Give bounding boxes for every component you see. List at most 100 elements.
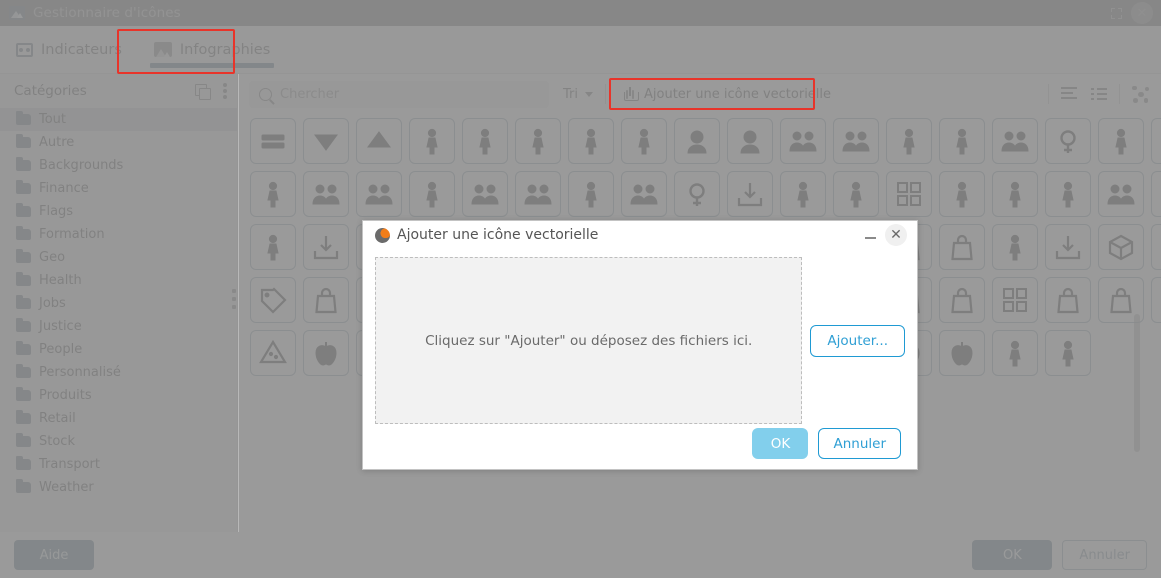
person-stand-wide-icon [903, 128, 915, 155]
maximize-icon[interactable] [1101, 0, 1131, 26]
sidebar-item-backgrounds[interactable]: Backgrounds [0, 154, 237, 177]
icon-cell-person-waving[interactable] [515, 118, 561, 164]
icon-cell-two-people[interactable] [833, 118, 879, 164]
sidebar-item-health[interactable]: Health [0, 269, 237, 292]
sidebar-item-people[interactable]: People [0, 338, 237, 361]
icon-cell-basket[interactable] [303, 277, 349, 323]
icon-cell-calculator[interactable] [992, 277, 1038, 323]
icon-cell-person-standing[interactable] [568, 118, 614, 164]
icon-cell-people-two-filled[interactable] [462, 171, 508, 217]
icon-cell-smiley-face[interactable] [674, 118, 720, 164]
grid-scrollbar[interactable] [1134, 314, 1140, 452]
icon-cell-person-large[interactable] [992, 171, 1038, 217]
icon-cell-shopping-bag-percent-outline[interactable] [939, 224, 985, 270]
icon-cell-bottle[interactable] [992, 330, 1038, 376]
icon-cell-triangle-up[interactable] [356, 118, 402, 164]
icon-cell-person-stand-wide[interactable] [886, 118, 932, 164]
sidebar-item-stock[interactable]: Stock [0, 430, 237, 453]
icon-cell-group-three-outline[interactable] [303, 171, 349, 217]
tab-indicateurs[interactable]: Indicateurs [0, 26, 138, 73]
sidebar-item-weather[interactable]: Weather [0, 476, 237, 499]
icon-cell-female-symbol[interactable] [1045, 118, 1091, 164]
add-files-button[interactable]: Ajouter... [810, 324, 905, 357]
sidebar-item-justice[interactable]: Justice [0, 315, 237, 338]
icon-cell-people-small-group[interactable] [1098, 171, 1144, 217]
sidebar-item-produits[interactable]: Produits [0, 384, 237, 407]
sidebar-item-tout[interactable]: Tout [0, 108, 237, 131]
icon-cell-family-four-b[interactable] [621, 171, 667, 217]
icon-cell-person-sliding[interactable] [939, 118, 985, 164]
list-view-icon[interactable] [1091, 87, 1107, 101]
sidebar-item-finance[interactable]: Finance [0, 177, 237, 200]
dialog-ok-button[interactable]: OK [752, 428, 809, 460]
ok-button[interactable]: OK [972, 540, 1053, 570]
icon-cell-triangle-down[interactable] [303, 118, 349, 164]
sidebar-item-autre[interactable]: Autre [0, 131, 237, 154]
icon-cell-peanut[interactable] [303, 330, 349, 376]
sidebar-item-geo[interactable]: Geo [0, 246, 237, 269]
icon-cell-male-symbol[interactable] [674, 171, 720, 217]
icon-cell-person-tree-bench[interactable] [939, 171, 985, 217]
icon-cell-child-standing[interactable] [1098, 118, 1144, 164]
sidebar-item-flags[interactable]: Flags [0, 200, 237, 223]
icon-cell-shop-front[interactable] [1151, 277, 1161, 323]
icon-cell-person-profile[interactable] [409, 171, 455, 217]
icon-cell-parent-child[interactable] [780, 171, 826, 217]
icon-cell-cube-3d[interactable] [1151, 224, 1161, 270]
node-graph-icon[interactable] [1132, 85, 1149, 103]
icon-cell-person-arms-up[interactable] [833, 171, 879, 217]
icon-cell-equals-bars[interactable] [250, 118, 296, 164]
sidebar-item-personnalis-[interactable]: Personnalisé [0, 361, 237, 384]
icon-cell-person-hand-up[interactable] [1151, 171, 1161, 217]
icon-cell-cup[interactable] [1045, 330, 1091, 376]
icon-cell-person-cart[interactable] [303, 224, 349, 270]
cancel-button[interactable]: Annuler [1062, 540, 1147, 570]
icon-cell-person-exercise[interactable] [1045, 171, 1091, 217]
icon-cell-person-height-chart[interactable] [886, 171, 932, 217]
icon-cell-person-pushing-cart[interactable] [727, 171, 773, 217]
icon-cell-gear-heavy[interactable] [992, 224, 1038, 270]
icon-cell-person-running[interactable] [621, 118, 667, 164]
sort-dropdown[interactable]: Tri [563, 87, 593, 102]
icon-cell-lock-bag[interactable] [939, 277, 985, 323]
icon-cell-elderly-cane[interactable] [1151, 118, 1161, 164]
help-button[interactable]: Aide [14, 540, 94, 570]
sidebar-item-formation[interactable]: Formation [0, 223, 237, 246]
search-input[interactable] [280, 86, 539, 102]
file-dropzone[interactable]: Cliquez sur "Ajouter" ou déposez des fic… [375, 257, 803, 425]
icon-cell-group-crowd[interactable] [515, 171, 561, 217]
person-standing-icon [585, 128, 597, 155]
icon-cell-group-three-filled[interactable] [356, 171, 402, 217]
icon-cell-family-group[interactable] [780, 118, 826, 164]
icon-cell-cheese[interactable] [939, 330, 985, 376]
icon-cell-adult-child[interactable] [568, 171, 614, 217]
close-icon[interactable]: ✕ [1131, 2, 1153, 24]
icon-cell-person-add-outline[interactable] [409, 118, 455, 164]
minimize-icon[interactable] [857, 223, 883, 247]
add-collection-icon[interactable] [195, 83, 211, 100]
icon-cell-burger-drink[interactable] [250, 330, 296, 376]
add-vector-icon-button[interactable]: Ajouter une icône vectorielle [618, 83, 837, 106]
icon-cell-inbox-download[interactable] [1098, 224, 1144, 270]
sidebar-splitter-handle[interactable] [231, 280, 237, 318]
icon-cell-barcode[interactable] [250, 277, 296, 323]
sidebar-item-jobs[interactable]: Jobs [0, 292, 237, 315]
icon-cell-face-bald[interactable] [727, 118, 773, 164]
tab-infographies[interactable]: Infographies [138, 26, 286, 73]
categories-list[interactable]: Tout Autre Backgrounds Finance Flags Formatio… [0, 108, 237, 532]
sidebar-item-transport[interactable]: Transport [0, 453, 237, 476]
icon-cell-clipboard-cart[interactable] [1045, 224, 1091, 270]
icon-cell-person-hiking[interactable] [250, 224, 296, 270]
icon-cell-person-add-filled[interactable] [462, 118, 508, 164]
more-vertical-icon[interactable] [223, 83, 227, 99]
triangle-down-icon [314, 134, 338, 151]
search-box[interactable] [249, 80, 549, 108]
toolbar-divider [1048, 84, 1049, 104]
sidebar-item-retail[interactable]: Retail [0, 407, 237, 430]
close-icon[interactable]: ✕ [885, 224, 907, 247]
sort-list-icon[interactable] [1061, 87, 1077, 101]
icon-cell-family-four[interactable] [992, 118, 1038, 164]
icon-cell-woman-dress[interactable] [250, 171, 296, 217]
icon-cell-register[interactable] [1045, 277, 1091, 323]
dialog-cancel-button[interactable]: Annuler [818, 428, 901, 460]
